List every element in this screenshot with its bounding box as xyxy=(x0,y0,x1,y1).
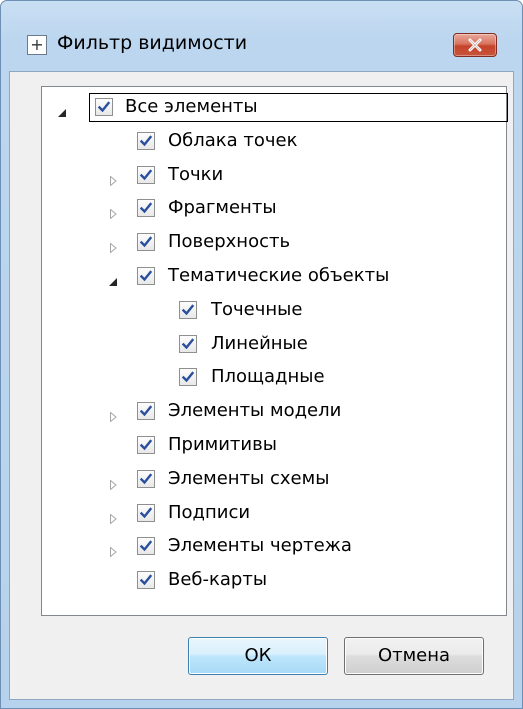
expanded-triangle-icon[interactable] xyxy=(108,272,118,286)
collapsed-triangle-icon[interactable] xyxy=(108,475,118,491)
tree-item[interactable]: Облака точек xyxy=(42,127,502,157)
tree-item-label: Облака точек xyxy=(168,129,298,151)
tree-item[interactable]: Тематические объекты xyxy=(42,262,502,292)
checkmark-icon xyxy=(139,439,153,451)
plus-box-icon: + xyxy=(27,35,47,55)
collapsed-triangle-icon[interactable] xyxy=(108,238,118,254)
checkbox[interactable] xyxy=(95,98,113,116)
checkbox[interactable] xyxy=(137,165,155,184)
checkmark-icon xyxy=(181,337,195,349)
tree-item-label: Элементы схемы xyxy=(168,467,330,489)
tree-item[interactable]: Точки xyxy=(42,161,502,191)
cancel-button[interactable]: Отмена xyxy=(344,637,484,675)
tree-item[interactable]: Элементы модели xyxy=(42,397,502,427)
tree-item[interactable]: Элементы схемы xyxy=(42,465,502,495)
tree-item-label: Элементы чертежа xyxy=(168,535,352,557)
checkbox[interactable] xyxy=(137,503,155,522)
ok-button[interactable]: ОК xyxy=(188,637,328,675)
checkbox[interactable] xyxy=(137,233,155,252)
checkmark-icon xyxy=(97,101,111,113)
checkbox[interactable] xyxy=(137,469,155,488)
tree-item-label: Поверхность xyxy=(168,231,291,253)
tree-item-label: Точки xyxy=(168,163,224,185)
tree-item-label: Точечные xyxy=(211,298,303,320)
tree-item-label: Все элементы xyxy=(125,96,258,117)
checkmark-icon xyxy=(139,574,153,586)
checkmark-icon xyxy=(139,405,153,417)
checkmark-icon xyxy=(181,304,195,316)
checkbox[interactable] xyxy=(137,402,155,421)
checkmark-icon xyxy=(139,135,153,147)
checkbox[interactable] xyxy=(137,267,155,285)
tree-item[interactable]: Площадные xyxy=(42,363,502,393)
expanded-triangle-icon[interactable] xyxy=(57,103,67,117)
checkbox[interactable] xyxy=(179,368,197,387)
checkbox[interactable] xyxy=(179,334,197,353)
tree-item[interactable]: Элементы чертежа xyxy=(42,532,502,562)
checkbox[interactable] xyxy=(137,131,155,150)
window-title: Фильтр видимости xyxy=(57,32,248,54)
tree-item-label: Площадные xyxy=(211,366,325,388)
tree-item[interactable]: Все элементы xyxy=(42,93,508,123)
collapsed-triangle-icon[interactable] xyxy=(108,509,118,525)
checkmark-icon xyxy=(181,371,195,383)
tree-item-label: Фрагменты xyxy=(168,197,277,219)
tree-item[interactable]: Точечные xyxy=(42,296,502,326)
close-x-icon xyxy=(468,38,482,52)
visibility-tree[interactable]: Все элементы Облака точек Точки Фрагменты По… xyxy=(41,86,508,616)
tree-item[interactable]: Примитивы xyxy=(42,431,502,461)
checkmark-icon xyxy=(139,202,153,214)
checkbox[interactable] xyxy=(179,300,197,319)
tree-item-label: Подписи xyxy=(168,501,251,523)
tree-item[interactable]: Поверхность xyxy=(42,228,502,258)
tree-item-label: Линейные xyxy=(211,332,308,354)
tree-item[interactable]: Линейные xyxy=(42,330,502,360)
tree-item-label: Элементы модели xyxy=(168,400,342,422)
collapsed-triangle-icon[interactable] xyxy=(108,204,118,220)
collapsed-triangle-icon[interactable] xyxy=(108,542,118,558)
checkbox[interactable] xyxy=(137,571,155,590)
checkmark-icon xyxy=(139,540,153,552)
checkmark-icon xyxy=(139,236,153,248)
checkbox[interactable] xyxy=(137,199,155,218)
tree-item[interactable]: Подписи xyxy=(42,499,502,529)
collapsed-triangle-icon[interactable] xyxy=(108,171,118,187)
checkmark-icon xyxy=(139,270,153,282)
tree-item[interactable]: Фрагменты xyxy=(42,194,502,224)
tree-item-label: Тематические объекты xyxy=(168,265,390,286)
tree-item-label: Веб-карты xyxy=(168,569,268,591)
checkmark-icon xyxy=(139,473,153,485)
checkmark-icon xyxy=(139,168,153,180)
checkmark-icon xyxy=(139,506,153,518)
close-button[interactable] xyxy=(453,33,497,57)
checkbox[interactable] xyxy=(137,537,155,556)
checkbox[interactable] xyxy=(137,436,155,454)
tree-item[interactable]: Веб-карты xyxy=(42,566,502,596)
tree-item-label: Примитивы xyxy=(168,434,277,455)
collapsed-triangle-icon[interactable] xyxy=(108,407,118,423)
